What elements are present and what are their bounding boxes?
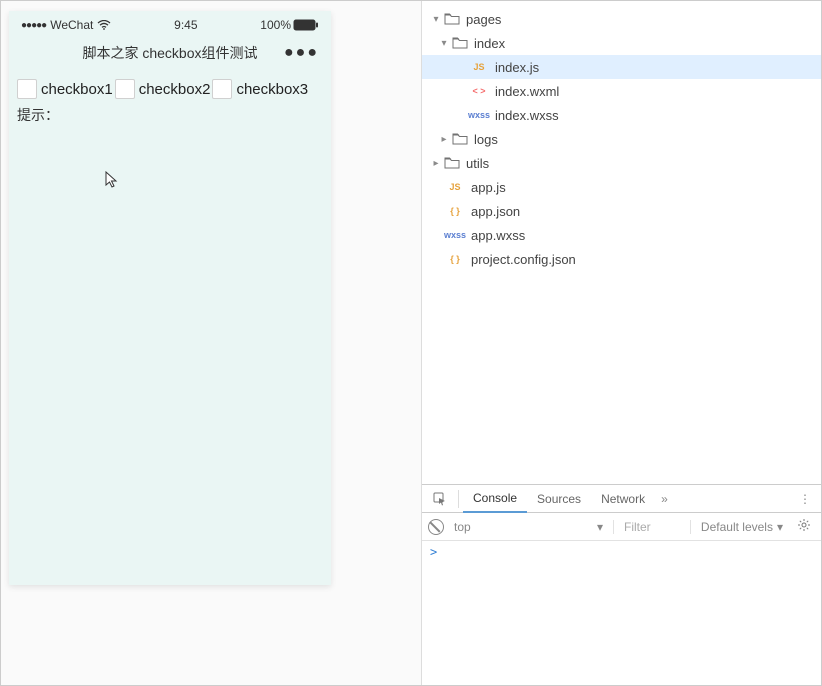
tabs-overflow-icon[interactable]: » — [655, 492, 674, 506]
tree-item-label: app.json — [471, 204, 520, 219]
devtools-panel: Console Sources Network » ⋮ top ▾ Filter… — [422, 484, 821, 685]
devtools-tabs: Console Sources Network » ⋮ — [422, 485, 821, 513]
file-tree[interactable]: ▾pages▾index▸JSindex.js▸< >index.wxml▸wx… — [422, 1, 821, 484]
page-content: checkbox1 checkbox2 checkbox3 提示： — [9, 71, 331, 133]
checkbox-group: checkbox1 checkbox2 checkbox3 — [17, 79, 323, 103]
tree-item-label: utils — [466, 156, 489, 171]
console-prompt: > — [430, 545, 437, 559]
checkbox-label: checkbox1 — [41, 81, 113, 98]
checkbox-box-icon[interactable] — [115, 79, 135, 99]
simulator-frame: ●●●●● WeChat 9:45 100% 脚本之家 checkbox组件测试… — [9, 11, 331, 585]
tree-file[interactable]: ▸wxssapp.wxss — [422, 223, 821, 247]
console-output[interactable]: > — [422, 541, 821, 685]
checkbox-item[interactable]: checkbox2 — [115, 79, 211, 99]
gear-icon[interactable] — [793, 518, 815, 535]
folder-icon — [444, 13, 460, 25]
context-value: top — [454, 520, 471, 534]
file-type-icon: wxss — [468, 110, 490, 120]
carrier-label: WeChat — [50, 18, 93, 32]
tree-folder[interactable]: ▸ logs — [422, 127, 821, 151]
tree-item-label: project.config.json — [471, 252, 576, 267]
file-type-icon: JS — [444, 182, 466, 192]
tab-network[interactable]: Network — [591, 485, 655, 512]
tree-file[interactable]: ▸{ }app.json — [422, 199, 821, 223]
filter-placeholder: Filter — [624, 520, 651, 534]
context-select[interactable]: top ▾ — [454, 520, 614, 534]
inspect-element-icon[interactable] — [426, 492, 454, 506]
chevron-right-icon[interactable]: ▸ — [430, 158, 442, 169]
chevron-down-icon: ▾ — [777, 520, 783, 534]
chevron-right-icon[interactable]: ▸ — [438, 134, 450, 145]
tab-sources[interactable]: Sources — [527, 485, 591, 512]
simulator-area: ●●●●● WeChat 9:45 100% 脚本之家 checkbox组件测试… — [1, 1, 421, 685]
tree-item-label: index.wxss — [495, 108, 559, 123]
chevron-down-icon[interactable]: ▾ — [430, 14, 442, 25]
tree-file[interactable]: ▸JSindex.js — [422, 55, 821, 79]
tree-item-label: app.js — [471, 180, 506, 195]
file-type-icon: { } — [444, 254, 466, 264]
tree-file[interactable]: ▸JSapp.js — [422, 175, 821, 199]
signal-dots-icon: ●●●●● — [21, 20, 46, 31]
clear-console-icon[interactable] — [428, 519, 444, 535]
battery-pct: 100% — [260, 18, 291, 32]
levels-select[interactable]: Default levels ▾ — [701, 520, 783, 534]
tree-item-label: logs — [474, 132, 498, 147]
nav-menu-icon[interactable]: ●●● — [284, 44, 319, 62]
tree-item-label: app.wxss — [471, 228, 525, 243]
checkbox-box-icon[interactable] — [212, 79, 232, 99]
tree-item-label: index.js — [495, 60, 539, 75]
file-type-icon: { } — [444, 206, 466, 216]
levels-label: Default levels — [701, 520, 773, 534]
status-bar: ●●●●● WeChat 9:45 100% — [9, 11, 331, 35]
chevron-down-icon: ▾ — [597, 520, 603, 534]
tree-file[interactable]: ▸< >index.wxml — [422, 79, 821, 103]
tree-folder[interactable]: ▾ pages — [422, 7, 821, 31]
tree-file[interactable]: ▸{ }project.config.json — [422, 247, 821, 271]
tree-file[interactable]: ▸wxssindex.wxss — [422, 103, 821, 127]
checkbox-item[interactable]: checkbox1 — [17, 79, 113, 99]
checkbox-box-icon[interactable] — [17, 79, 37, 99]
divider — [458, 490, 459, 508]
tree-item-label: pages — [466, 12, 501, 27]
hint-label: 提示： — [17, 105, 323, 125]
tree-item-label: index.wxml — [495, 84, 559, 99]
filter-input[interactable]: Filter — [624, 520, 691, 534]
status-right: 100% — [260, 18, 319, 32]
nav-bar: 脚本之家 checkbox组件测试 ●●● — [9, 35, 331, 71]
status-time: 9:45 — [174, 18, 197, 32]
folder-icon — [452, 133, 468, 145]
tab-console[interactable]: Console — [463, 486, 527, 513]
chevron-down-icon[interactable]: ▾ — [438, 38, 450, 49]
wifi-icon — [97, 20, 111, 30]
file-type-icon: JS — [468, 62, 490, 72]
folder-icon — [444, 157, 460, 169]
checkbox-label: checkbox3 — [236, 81, 308, 98]
right-panel: ▾pages▾index▸JSindex.js▸< >index.wxml▸wx… — [422, 1, 821, 685]
tree-folder[interactable]: ▸ utils — [422, 151, 821, 175]
file-type-icon: < > — [468, 86, 490, 96]
folder-icon — [452, 37, 468, 49]
page-title: 脚本之家 checkbox组件测试 — [82, 43, 257, 63]
devtools-filterbar: top ▾ Filter Default levels ▾ — [422, 513, 821, 541]
battery-icon — [293, 19, 319, 31]
tree-item-label: index — [474, 36, 505, 51]
checkbox-label: checkbox2 — [139, 81, 211, 98]
status-left: ●●●●● WeChat — [21, 18, 111, 32]
checkbox-item[interactable]: checkbox3 — [212, 79, 308, 99]
cursor-icon — [105, 171, 119, 192]
devtools-menu-icon[interactable]: ⋮ — [793, 492, 817, 506]
tree-folder[interactable]: ▾ index — [422, 31, 821, 55]
file-type-icon: wxss — [444, 230, 466, 240]
